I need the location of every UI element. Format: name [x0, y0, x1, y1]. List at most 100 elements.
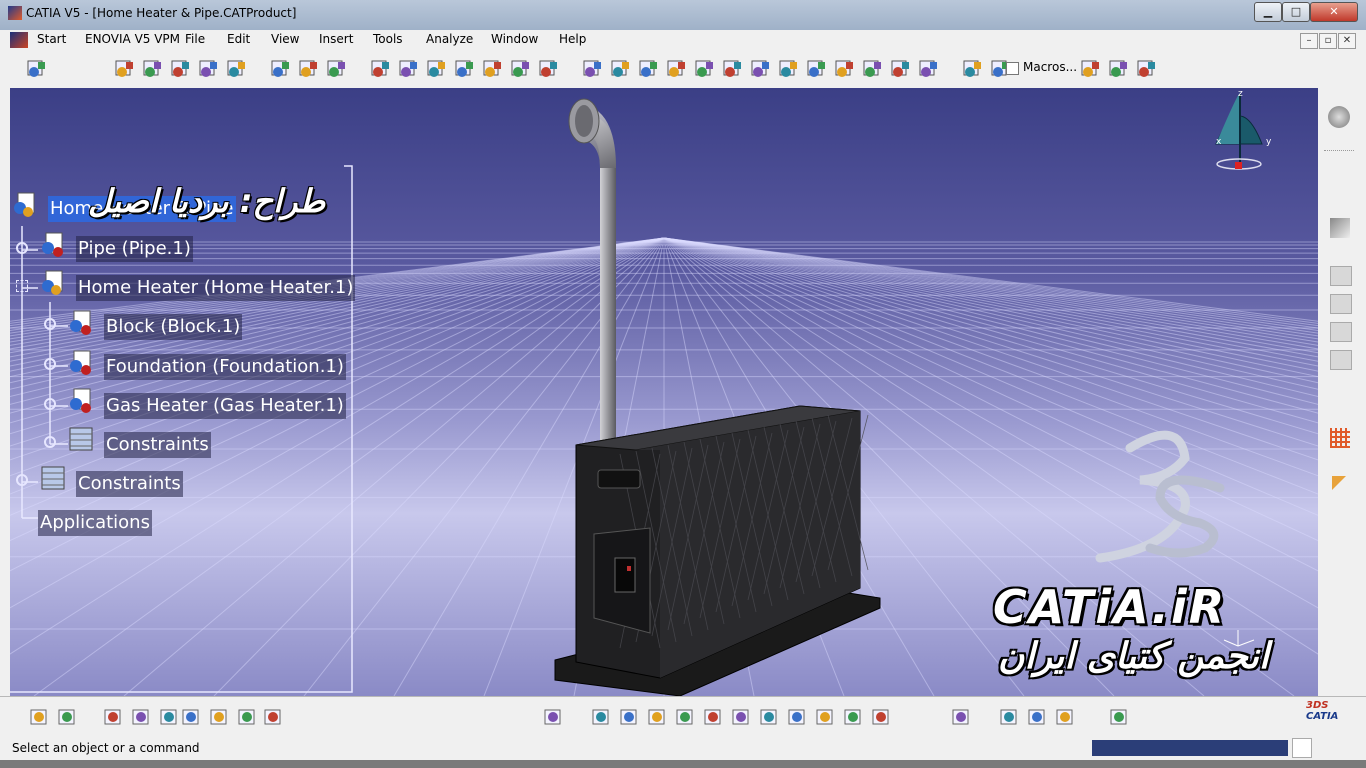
close-button[interactable]: ✕ — [1310, 2, 1358, 22]
expand-toggle[interactable] — [16, 242, 28, 254]
constraints-icon[interactable] — [40, 465, 66, 491]
heater-handle[interactable] — [597, 469, 641, 489]
tree-node-applications[interactable]: Applications — [38, 510, 152, 536]
tree-node-gas-heater[interactable]: Gas Heater (Gas Heater.1) — [104, 393, 346, 419]
catia-app-icon[interactable] — [8, 6, 22, 20]
clash-icon[interactable] — [170, 58, 192, 80]
macros-checkbox[interactable] — [1006, 62, 1019, 75]
print-icon[interactable] — [950, 706, 972, 728]
multi-instance-icon[interactable] — [582, 58, 604, 80]
more-icon[interactable] — [262, 706, 284, 728]
heater-switch[interactable] — [614, 557, 636, 593]
gear-icon[interactable] — [610, 58, 632, 80]
hierarchy-icon[interactable] — [208, 706, 230, 728]
product-icon[interactable] — [26, 58, 48, 80]
zoom-out-icon[interactable] — [730, 706, 752, 728]
expand-toggle[interactable] — [44, 318, 56, 330]
catalog-icon[interactable] — [270, 58, 292, 80]
settings-gear-icon[interactable] — [1328, 106, 1350, 128]
expand-toggle[interactable] — [16, 474, 28, 486]
measure-icon[interactable] — [226, 58, 248, 80]
front-view-icon[interactable] — [1108, 58, 1130, 80]
component-icon[interactable] — [68, 388, 94, 414]
camera-icon[interactable] — [542, 706, 564, 728]
zoom-in-icon[interactable] — [702, 706, 724, 728]
lock-icon[interactable] — [236, 706, 258, 728]
collapse-toggle[interactable] — [16, 280, 28, 292]
hole-icon[interactable] — [694, 58, 716, 80]
add-icon[interactable] — [778, 58, 800, 80]
product-icon[interactable] — [12, 192, 38, 218]
assembly-feature-icon[interactable] — [638, 58, 660, 80]
redo-icon[interactable] — [56, 706, 78, 728]
isometric-icon[interactable] — [1080, 58, 1102, 80]
part-disabled-icon[interactable] — [1330, 322, 1352, 342]
replace-icon[interactable] — [510, 58, 532, 80]
component-icon[interactable] — [40, 232, 66, 258]
flag-icon[interactable] — [890, 58, 912, 80]
update-all-icon[interactable] — [1108, 706, 1130, 728]
view-mode-icon[interactable] — [870, 706, 892, 728]
apply-material-icon[interactable] — [1026, 706, 1048, 728]
component-icon[interactable] — [40, 270, 66, 296]
formula-icon[interactable] — [102, 706, 124, 728]
undo-icon[interactable] — [28, 706, 50, 728]
select-arrow-icon[interactable] — [1332, 476, 1346, 490]
mdi-close-button[interactable]: ✕ — [1338, 33, 1356, 49]
component-icon[interactable] — [68, 350, 94, 376]
menu-file[interactable]: File — [185, 32, 205, 46]
expand-toggle[interactable] — [44, 398, 56, 410]
document-icon[interactable] — [1136, 58, 1158, 80]
table-icon[interactable] — [482, 58, 504, 80]
text-icon[interactable] — [834, 58, 856, 80]
command-button[interactable] — [1292, 738, 1312, 758]
tree-node-constraints-sub[interactable]: Constraints — [104, 432, 211, 458]
tree-node-foundation[interactable]: Foundation (Foundation.1) — [104, 354, 346, 380]
maximize-button[interactable]: □ — [1282, 2, 1310, 22]
mdi-minimize-button[interactable]: – — [1300, 33, 1318, 49]
menu-analyze[interactable]: Analyze — [426, 32, 473, 46]
menu-view[interactable]: View — [271, 32, 299, 46]
scene-icon[interactable] — [962, 58, 984, 80]
iso-view-icon[interactable] — [786, 706, 808, 728]
menu-start[interactable]: Start — [37, 32, 66, 46]
symmetry-icon[interactable] — [806, 58, 828, 80]
explode-icon[interactable] — [142, 58, 164, 80]
snap-icon[interactable] — [114, 58, 136, 80]
menu-edit[interactable]: Edit — [227, 32, 250, 46]
mdi-restore-button[interactable]: ▫ — [1319, 33, 1337, 49]
compass-widget[interactable] — [1215, 93, 1263, 170]
command-input[interactable] — [1092, 740, 1288, 756]
expand-toggle[interactable] — [44, 358, 56, 370]
assembly-tool-icon[interactable] — [1330, 218, 1350, 238]
grid-tool-icon[interactable] — [1330, 428, 1350, 448]
hide-show-icon[interactable] — [814, 706, 836, 728]
menu-enovia[interactable]: ENOVIA V5 VPM — [85, 32, 180, 46]
tree-node-home-heater[interactable]: Home Heater (Home Heater.1) — [76, 275, 356, 301]
tree-node-constraints[interactable]: Constraints — [76, 471, 183, 497]
menu-help[interactable]: Help — [559, 32, 586, 46]
sectioning-icon[interactable] — [198, 58, 220, 80]
color-icon[interactable] — [1054, 706, 1076, 728]
update-icon[interactable] — [538, 58, 560, 80]
pipe-body[interactable] — [588, 116, 616, 466]
render-icon[interactable] — [842, 706, 864, 728]
material-icon[interactable] — [998, 706, 1020, 728]
fit-all-icon[interactable] — [618, 706, 640, 728]
component-icon[interactable] — [68, 310, 94, 336]
normal-view-icon[interactable] — [758, 706, 780, 728]
weld-icon[interactable] — [918, 58, 940, 80]
fly-icon[interactable] — [590, 706, 612, 728]
constraint-icon[interactable] — [426, 58, 448, 80]
fix-icon[interactable] — [398, 58, 420, 80]
start-logo-icon[interactable] — [10, 32, 28, 48]
annotation-icon[interactable] — [862, 58, 884, 80]
component-icon[interactable] — [370, 58, 392, 80]
light-icon[interactable] — [158, 706, 180, 728]
constraints-icon[interactable] — [68, 426, 94, 452]
pencil-icon[interactable] — [454, 58, 476, 80]
pan-icon[interactable] — [646, 706, 668, 728]
table-icon[interactable] — [180, 706, 202, 728]
split-icon[interactable] — [666, 58, 688, 80]
component-disabled-icon[interactable] — [1330, 294, 1352, 314]
